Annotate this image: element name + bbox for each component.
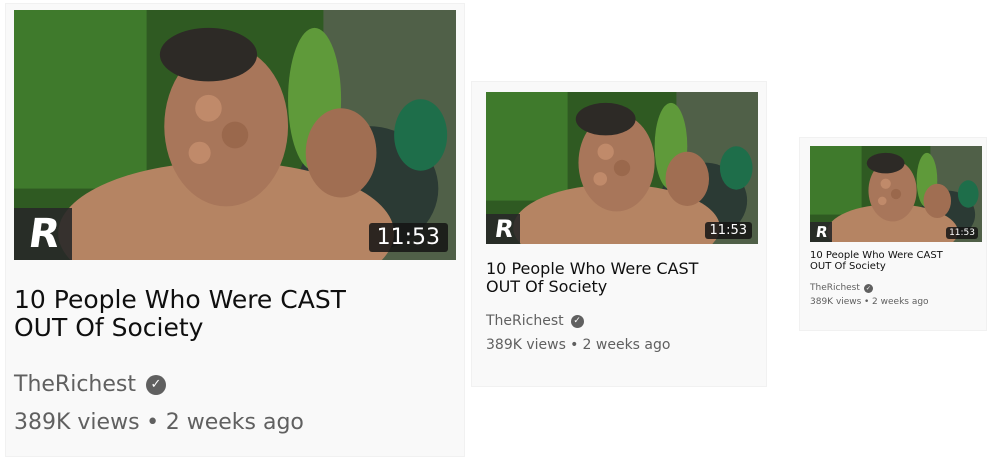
channel-logo-icon: R — [486, 214, 520, 244]
video-thumbnail[interactable]: R 11:53 — [810, 146, 982, 242]
channel-name[interactable]: TheRichest ✓ — [810, 283, 873, 293]
channel-name[interactable]: TheRichest ✓ — [486, 313, 584, 329]
video-card-large[interactable]: R 11:53 10 People Who Were CAST OUT Of S… — [6, 4, 464, 456]
video-thumbnail[interactable]: R 11:53 — [14, 10, 456, 260]
duration-badge: 11:53 — [368, 223, 448, 252]
duration-badge: 11:53 — [704, 222, 752, 239]
verified-check-icon: ✓ — [570, 314, 584, 328]
video-thumbnail[interactable]: R 11:53 — [486, 92, 758, 244]
duration-badge: 11:53 — [946, 227, 978, 239]
video-card-small[interactable]: R 11:53 10 People Who Were CAST OUT Of S… — [800, 138, 986, 330]
verified-check-icon: ✓ — [863, 283, 873, 293]
channel-logo-icon: R — [810, 222, 832, 242]
video-metadata: 389K views • 2 weeks ago — [486, 337, 671, 353]
channel-name[interactable]: TheRichest ✓ — [14, 372, 166, 397]
channel-logo-icon: R — [14, 208, 72, 260]
verified-check-icon: ✓ — [145, 374, 166, 395]
video-metadata: 389K views • 2 weeks ago — [14, 410, 304, 435]
video-title[interactable]: 10 People Who Were CAST OUT Of Society — [810, 250, 980, 272]
video-card-medium[interactable]: R 11:53 10 People Who Were CAST OUT Of S… — [472, 82, 766, 386]
video-metadata: 389K views • 2 weeks ago — [810, 297, 929, 307]
video-title[interactable]: 10 People Who Were CAST OUT Of Society — [486, 260, 756, 296]
video-title[interactable]: 10 People Who Were CAST OUT Of Society — [14, 286, 454, 342]
